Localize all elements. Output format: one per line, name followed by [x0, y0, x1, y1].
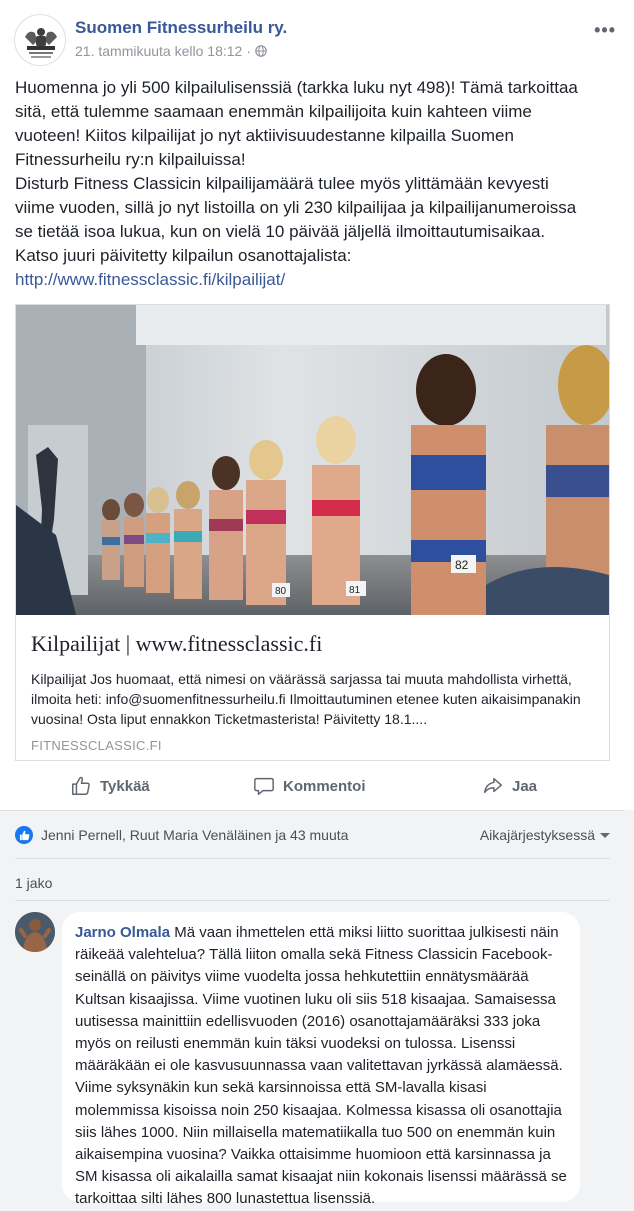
- post-link[interactable]: http://www.fitnessclassic.fi/kilpailijat…: [15, 270, 285, 289]
- post-text-line: Katso juuri päivitetty kilpailun osanott…: [15, 246, 352, 265]
- page-avatar[interactable]: [14, 14, 66, 66]
- link-preview-card[interactable]: 80 81 82 Kilpailijat | www.fitnessclassi…: [15, 304, 610, 761]
- share-count[interactable]: 1 jako: [15, 875, 52, 891]
- meta-separator: ·: [246, 43, 251, 59]
- commenter-photo: [15, 912, 55, 952]
- thumbs-up-icon: [72, 776, 90, 795]
- post-text-line: viime vuoden, sillä jo nyt listoilla on …: [15, 198, 577, 217]
- facebook-post: Suomen Fitnessurheilu ry. 21. tammikuuta…: [0, 0, 634, 810]
- link-preview-description: Kilpailijat Jos huomaat, että nimesi on …: [31, 671, 581, 727]
- comment-bubble: Jarno Olmala Mä vaan ihmettelen että mik…: [62, 912, 580, 1207]
- share-label: Jaa: [512, 777, 538, 795]
- post-text-line: se tietää isoa lukua, kun on vielä 10 pä…: [15, 222, 546, 241]
- sort-label: Aikajärjestyksessä: [479, 827, 595, 843]
- comment-button[interactable]: Kommentoi: [253, 774, 366, 798]
- comment-sort-dropdown[interactable]: Aikajärjestyksessä: [480, 827, 610, 843]
- avatar[interactable]: [15, 912, 55, 952]
- speech-bubble-icon: [254, 777, 274, 795]
- divider: [0, 810, 625, 811]
- share-arrow-icon: [484, 777, 502, 794]
- like-button[interactable]: Tykkää: [70, 774, 150, 798]
- share-button[interactable]: Jaa: [482, 774, 537, 798]
- link-preview-body: Kilpailijat | www.fitnessclassic.fi Kilp…: [31, 631, 596, 753]
- chevron-down-icon: [600, 832, 610, 838]
- bib-number: 81: [349, 585, 361, 596]
- divider: [15, 858, 610, 859]
- bib-number: 82: [455, 558, 469, 572]
- page-name[interactable]: Suomen Fitnessurheilu ry.: [75, 18, 287, 38]
- link-preview-title[interactable]: Kilpailijat | www.fitnessclassic.fi: [31, 631, 596, 657]
- link-preview-domain: FITNESSCLASSIC.FI: [31, 738, 162, 753]
- post-meta: 21. tammikuuta kello 18:12 ·: [75, 43, 267, 59]
- federation-logo-icon: [16, 16, 65, 65]
- competitors-photo: 80 81 82: [16, 305, 609, 615]
- link-preview-image[interactable]: 80 81 82: [16, 305, 609, 615]
- globe-icon[interactable]: [255, 45, 267, 57]
- comment-label: Kommentoi: [283, 777, 366, 795]
- post-text-line: vuoteen! Kiitos kilpailijat jo nyt aktii…: [15, 126, 514, 145]
- divider: [15, 900, 610, 901]
- post-text-line: Disturb Fitness Classicin kilpailijamäär…: [15, 174, 549, 193]
- comments-section: Jenni Pernell, Ruut Maria Venäläinen ja …: [0, 810, 634, 1211]
- comment-text: Mä vaan ihmettelen että miksi liitto suo…: [75, 924, 567, 1208]
- like-label: Tykkää: [100, 777, 150, 795]
- post-text: Huomenna jo yli 500 kilpailulisenssiä (t…: [15, 76, 619, 292]
- post-header: Suomen Fitnessurheilu ry. 21. tammikuuta…: [14, 14, 620, 66]
- reactors-list[interactable]: Jenni Pernell, Ruut Maria Venäläinen ja …: [41, 827, 348, 843]
- like-reaction-icon[interactable]: [15, 826, 33, 844]
- reactions-row: Jenni Pernell, Ruut Maria Venäläinen ja …: [15, 826, 610, 846]
- more-options-icon[interactable]: •••: [594, 20, 616, 41]
- post-text-line: sitä, että tulemme saamaan enemmän kilpa…: [15, 102, 532, 121]
- post-actions: Tykkää Kommentoi Jaa: [0, 762, 634, 810]
- post-text-line: Fitnessurheilu ry:n kilpailuissa!: [15, 150, 246, 169]
- comment-author[interactable]: Jarno Olmala: [75, 924, 170, 941]
- bib-number: 80: [275, 586, 287, 597]
- post-text-line: Huomenna jo yli 500 kilpailulisenssiä (t…: [15, 78, 578, 97]
- post-timestamp[interactable]: 21. tammikuuta kello 18:12: [75, 43, 242, 59]
